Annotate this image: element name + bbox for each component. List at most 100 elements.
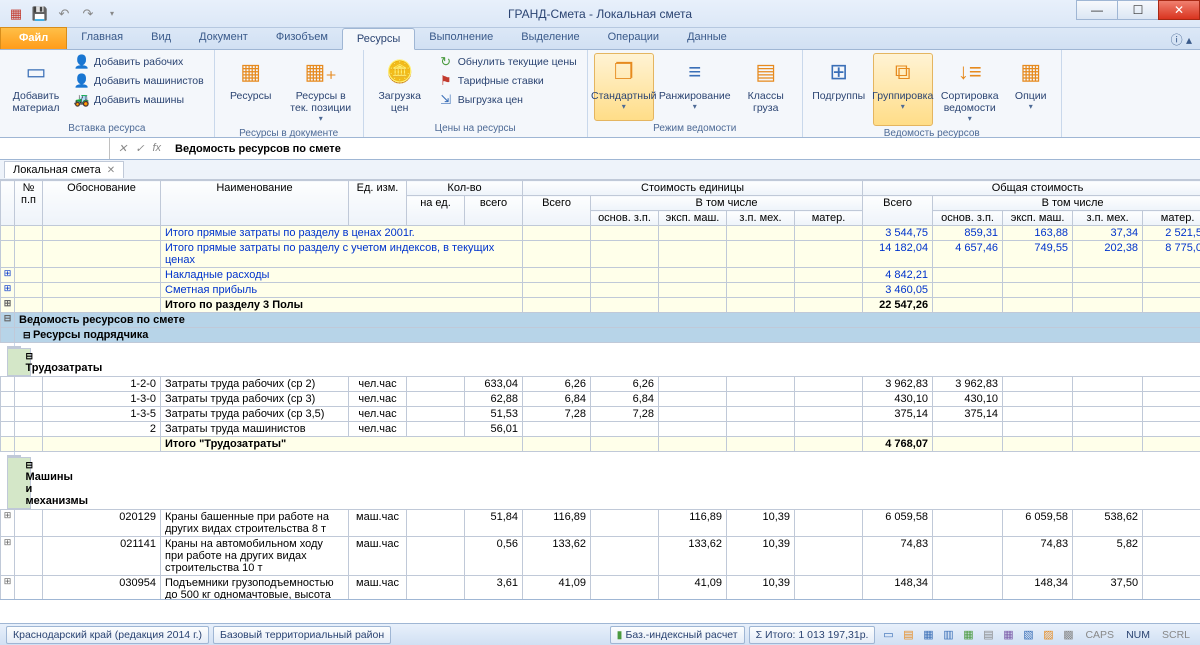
base-button[interactable]: Базовый территориальный район [213, 626, 391, 644]
tab-execution[interactable]: Выполнение [415, 27, 507, 49]
status-icons: ▭ ▤ ▦ ▥ ▦ ▤ ▦ ▧ ▨ ▩ [879, 627, 1077, 643]
view-icon-1[interactable]: ▭ [879, 627, 897, 643]
qat-redo-icon[interactable]: ↷ [78, 4, 98, 24]
refresh-icon: ↻ [438, 54, 454, 70]
cancel-icon[interactable]: ✕ [118, 142, 127, 155]
subgroups-button[interactable]: ⊞ Подгруппы [809, 53, 869, 126]
tab-main[interactable]: Главная [67, 27, 137, 49]
expand-icon[interactable]: ⊞ [1, 510, 15, 537]
material-icon: ▭ [20, 56, 52, 88]
table-row: Итого прямые затраты по разделу с учетом… [1, 241, 1200, 268]
table-row: 1-2-0Затраты труда рабочих (ср 2)чел.час… [1, 377, 1200, 392]
grid-scroll[interactable]: № п.п Обоснование Наименование Ед. изм. … [0, 180, 1200, 599]
resources-button[interactable]: ▦ Ресурсы [221, 53, 281, 126]
document-tabbar: Локальная смета✕ [0, 160, 1200, 180]
grouping-icon: ⧉ [887, 56, 919, 88]
ranking-button[interactable]: ≡ Ранжирование▾ [658, 53, 732, 121]
formula-text[interactable]: Ведомость ресурсов по смете [169, 141, 1200, 157]
export-prices-button[interactable]: ⇲Выгрузка цен [434, 91, 581, 109]
options-icon: ▦ [1015, 56, 1047, 88]
zero-prices-button[interactable]: ↻Обнулить текущие цены [434, 53, 581, 71]
maximize-button[interactable]: ☐ [1117, 0, 1159, 20]
sort-icon: ↓≡ [954, 56, 986, 88]
file-tab[interactable]: Файл [0, 27, 67, 49]
caps-indicator: CAPS [1081, 629, 1118, 641]
group-resource-list: ⊞ Подгруппы ⧉ Группировка▾ ↓≡ Сортировка… [803, 50, 1062, 137]
minimize-button[interactable]: — [1076, 0, 1118, 20]
view-icon-7[interactable]: ▦ [999, 627, 1017, 643]
tab-operations[interactable]: Операции [594, 27, 673, 49]
add-machinists-button[interactable]: 👤Добавить машинистов [70, 72, 208, 90]
view-icon-6[interactable]: ▤ [979, 627, 997, 643]
tab-view[interactable]: Вид [137, 27, 185, 49]
add-material-button[interactable]: ▭ Добавить материал [6, 53, 66, 121]
standard-mode-button[interactable]: ❐ Стандартный▾ [594, 53, 654, 121]
calc-mode-button[interactable]: ▮Баз.-индексный расчет [610, 626, 745, 644]
qat-more-icon[interactable]: ▾ [102, 4, 122, 24]
fx-icon[interactable]: fx [152, 142, 161, 155]
options-button[interactable]: ▦ Опции▾ [1007, 53, 1055, 126]
tab-physvol[interactable]: Физобъем [262, 27, 342, 49]
add-machines-button[interactable]: 🚜Добавить машины [70, 91, 208, 109]
tariff-rates-button[interactable]: ⚑Тарифные ставки [434, 72, 581, 90]
add-workers-button[interactable]: 👤Добавить рабочих [70, 53, 208, 71]
col-obosn[interactable]: Обоснование [43, 181, 161, 226]
group-row[interactable]: ⊟ Трудозатраты [1, 343, 15, 376]
coins-icon: 🪙 [384, 56, 416, 88]
tab-resources[interactable]: Ресурсы [342, 28, 415, 50]
view-icon-10[interactable]: ▩ [1059, 627, 1077, 643]
total-display[interactable]: Σ Итого: 1 013 197,31р. [749, 626, 876, 644]
formula-bar: ✕ ✓ fx Ведомость ресурсов по смете [0, 138, 1200, 160]
sort-list-button[interactable]: ↓≡ Сортировка ведомости▾ [937, 53, 1003, 126]
view-icon-2[interactable]: ▤ [899, 627, 917, 643]
expand-icon[interactable]: ⊞ [1, 576, 15, 600]
tab-selection[interactable]: Выделение [507, 27, 593, 49]
tab-data[interactable]: Данные [673, 27, 741, 49]
expand-icon[interactable]: ⊞ [1, 283, 15, 298]
col-unit-cost[interactable]: Стоимость единицы [523, 181, 863, 196]
view-icon-3[interactable]: ▦ [919, 627, 937, 643]
name-box[interactable] [0, 138, 110, 159]
expand-icon[interactable]: ⊞ [1, 537, 15, 576]
close-tab-icon[interactable]: ✕ [107, 165, 115, 176]
sum-icon: Σ [756, 629, 765, 641]
qat-undo-icon[interactable]: ↶ [54, 4, 74, 24]
col-total-cost[interactable]: Общая стоимость [863, 181, 1200, 196]
standard-icon: ❐ [608, 56, 640, 88]
view-icon-4[interactable]: ▥ [939, 627, 957, 643]
tab-document[interactable]: Документ [185, 27, 262, 49]
section-row[interactable]: ⊟Ведомость ресурсов по смете [1, 313, 1200, 328]
table-row: 1-3-5Затраты труда рабочих (ср 3,5)чел.ч… [1, 407, 1200, 422]
rates-icon: ⚑ [438, 73, 454, 89]
section-row[interactable]: ⊟ Ресурсы подрядчика [1, 328, 1200, 343]
help-icon[interactable]: ⓘ ▴ [1171, 31, 1192, 48]
expand-icon[interactable]: ⊞ [1, 298, 15, 313]
cargo-classes-button[interactable]: ▤ Классы груза [736, 53, 796, 121]
chevron-down-icon: ▾ [1029, 102, 1033, 111]
view-icon-9[interactable]: ▨ [1039, 627, 1057, 643]
ribbon: ▭ Добавить материал 👤Добавить рабочих 👤Д… [0, 50, 1200, 138]
export-icon: ⇲ [438, 92, 454, 108]
col-num[interactable]: № п.п [15, 181, 43, 226]
group-row[interactable]: ⊟ Машины и механизмы [1, 452, 15, 509]
table-row: ⊞Сметная прибыль3 460,05 [1, 283, 1200, 298]
grouping-button[interactable]: ⧉ Группировка▾ [873, 53, 933, 126]
statusbar: Краснодарский край (редакция 2014 г.) Ба… [0, 623, 1200, 645]
close-button[interactable]: ✕ [1158, 0, 1200, 20]
col-ed[interactable]: Ед. изм. [349, 181, 407, 226]
accept-icon[interactable]: ✓ [135, 142, 144, 155]
table-row: ⊞021141Краны на автомобильном ходу при р… [1, 537, 1200, 576]
col-naim[interactable]: Наименование [161, 181, 349, 226]
load-prices-button[interactable]: 🪙 Загрузка цен [370, 53, 430, 121]
table-row: ⊞Накладные расходы4 842,21 [1, 268, 1200, 283]
expand-icon[interactable]: ⊞ [1, 268, 15, 283]
qat-save-icon[interactable]: 💾 [30, 4, 50, 24]
view-icon-5[interactable]: ▦ [959, 627, 977, 643]
ribbon-tabstrip: Файл Главная Вид Документ Физобъем Ресур… [0, 28, 1200, 50]
collapse-icon: ⊟ [1, 313, 15, 328]
region-button[interactable]: Краснодарский край (редакция 2014 г.) [6, 626, 209, 644]
document-tab[interactable]: Локальная смета✕ [4, 161, 124, 178]
resources-in-pos-button[interactable]: ▦₊ Ресурсы в тек. позиции▾ [285, 53, 357, 126]
view-icon-8[interactable]: ▧ [1019, 627, 1037, 643]
col-kolvo[interactable]: Кол-во [407, 181, 523, 196]
